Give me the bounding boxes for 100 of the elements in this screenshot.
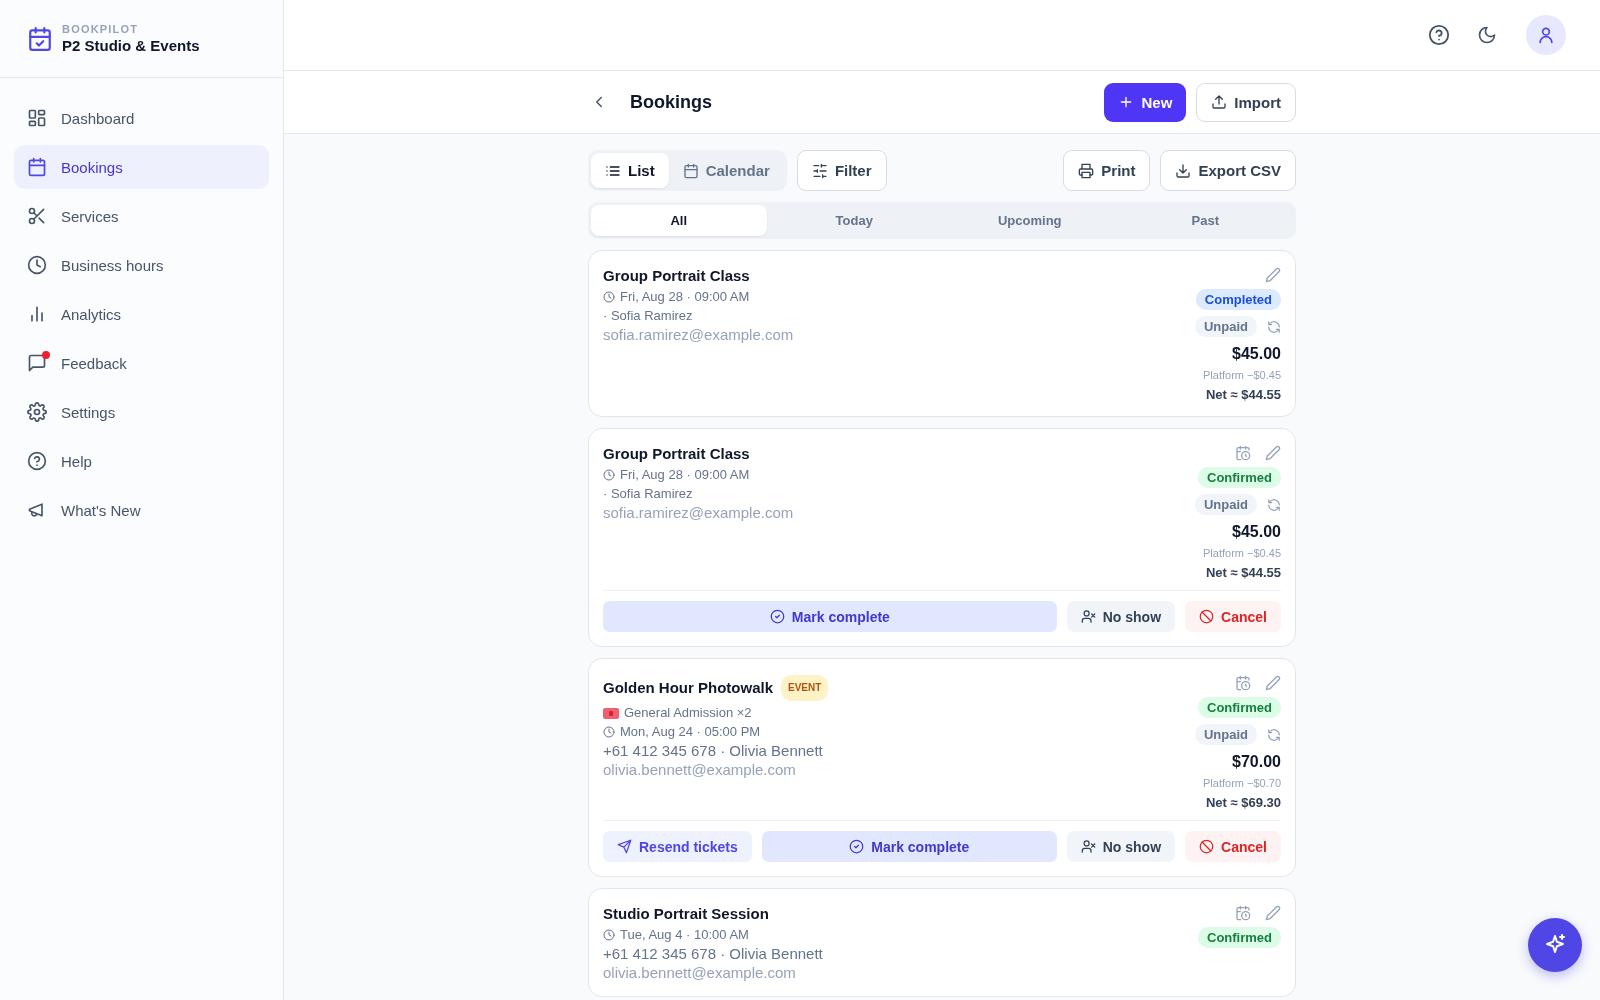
platform-fee: Platform −$0.45 (1203, 369, 1281, 381)
export-button[interactable]: Export CSV (1160, 150, 1296, 191)
sidebar-item[interactable]: Bookings (14, 145, 269, 189)
booking-title: Group Portrait Class (603, 445, 750, 463)
clock-icon (603, 291, 615, 303)
business-name: P2 Studio & Events (62, 37, 200, 54)
status-badge: Confirmed (1198, 697, 1281, 718)
view-tab[interactable]: List (591, 153, 669, 188)
settings-icon (27, 402, 47, 422)
no-show-button[interactable]: No show (1066, 601, 1176, 632)
edit-button[interactable] (1265, 267, 1281, 283)
sidebar-item[interactable]: What's New (14, 488, 269, 532)
calendar-clock-icon (1235, 445, 1251, 461)
pencil-icon (1265, 905, 1281, 921)
reschedule-button[interactable] (1235, 905, 1251, 921)
net-amount: Net ≈ $44.55 (1205, 565, 1281, 580)
status-badge: Confirmed (1198, 467, 1281, 488)
clock-icon (603, 929, 615, 941)
avatar[interactable] (1526, 15, 1566, 55)
booking-datetime: Fri, Aug 28 · 09:00 AM (620, 466, 750, 484)
mark-complete-button[interactable]: Mark complete (603, 601, 1057, 632)
booking-datetime: Tue, Aug 4 · 10:00 AM (620, 926, 749, 944)
reschedule-button[interactable] (1235, 445, 1251, 461)
ticket-type: General Admission ×2 (624, 704, 752, 722)
payment-badge: Unpaid (1194, 494, 1257, 515)
sidebar-item[interactable]: Feedback (14, 341, 269, 385)
filter-tab[interactable]: All (591, 205, 767, 236)
filter-tab[interactable]: Upcoming (942, 205, 1118, 236)
refresh-button[interactable] (1267, 319, 1281, 334)
customer-contact: +61 412 345 678 · Olivia Bennett (603, 945, 823, 963)
platform-fee: Platform −$0.45 (1203, 547, 1281, 559)
check-circle-icon (769, 609, 785, 624)
sidebar-item[interactable]: Settings (14, 390, 269, 434)
clock-icon (603, 726, 615, 738)
pencil-icon (1265, 675, 1281, 691)
event-tag: EVENT (781, 675, 829, 701)
net-amount: Net ≈ $44.55 (1205, 387, 1281, 402)
download-icon (1175, 162, 1192, 179)
calendar-icon (682, 162, 699, 179)
refresh-icon (1267, 497, 1281, 512)
sidebar-item[interactable]: Dashboard (14, 96, 269, 140)
new-button[interactable]: New (1104, 82, 1187, 122)
ai-assistant-button[interactable] (1528, 918, 1582, 972)
clock-icon (27, 255, 47, 275)
user-x-icon (1080, 609, 1096, 624)
net-amount: Net ≈ $69.30 (1205, 795, 1281, 810)
payment-badge: Unpaid (1194, 316, 1257, 337)
booking-title: Studio Portrait Session (603, 905, 769, 923)
mark-complete-button[interactable]: Mark complete (761, 831, 1057, 862)
customer-email: olivia.bennett@example.com (603, 964, 797, 982)
help-icon (1428, 24, 1450, 46)
edit-button[interactable] (1265, 905, 1281, 921)
calendar-clock-icon (1235, 905, 1251, 921)
resend-tickets-button[interactable]: Resend tickets (603, 831, 752, 862)
calendar-check-icon (27, 25, 53, 52)
booking-title: Golden Hour Photowalk (603, 679, 773, 697)
sidebar-item[interactable]: Services (14, 194, 269, 238)
edit-button[interactable] (1265, 445, 1281, 461)
pencil-icon (1265, 267, 1281, 283)
view-tab[interactable]: Calendar (668, 153, 784, 188)
print-button[interactable]: Print (1063, 150, 1151, 191)
import-button[interactable]: Import (1196, 82, 1296, 122)
booking-datetime: Fri, Aug 28 · 09:00 AM (620, 288, 750, 306)
sidebar-item[interactable]: Analytics (14, 292, 269, 336)
sidebar-item[interactable]: Business hours (14, 243, 269, 287)
refresh-icon (1267, 319, 1281, 334)
customer-contact: · Sofia Ramirez (603, 307, 694, 325)
upload-icon (1211, 94, 1228, 110)
booking-amount: $70.00 (1232, 753, 1281, 771)
platform-fee: Platform −$0.70 (1203, 777, 1281, 789)
app-name: BOOKPILOT (62, 23, 140, 35)
booking-title: Group Portrait Class (603, 267, 750, 285)
customer-email: sofia.ramirez@example.com (603, 504, 794, 522)
filter-tab[interactable]: Today (766, 205, 942, 236)
calendar-clock-icon (1235, 675, 1251, 691)
no-show-button[interactable]: No show (1066, 831, 1176, 862)
filter-tab[interactable]: Past (1117, 205, 1293, 236)
calendar-icon (27, 157, 47, 177)
user-x-icon (1080, 839, 1096, 854)
sliders-icon (811, 162, 828, 179)
payment-badge: Unpaid (1194, 724, 1257, 745)
refresh-button[interactable] (1267, 497, 1281, 512)
ban-icon (1199, 609, 1215, 624)
clock-icon (603, 469, 615, 481)
refresh-icon (1267, 727, 1281, 742)
cancel-button[interactable]: Cancel (1185, 601, 1281, 632)
customer-email: olivia.bennett@example.com (603, 761, 797, 779)
edit-button[interactable] (1265, 675, 1281, 691)
booking-datetime: Mon, Aug 24 · 05:00 PM (620, 723, 761, 741)
filter-button[interactable]: Filter (796, 150, 887, 191)
reschedule-button[interactable] (1235, 675, 1251, 691)
pencil-icon (1265, 445, 1281, 461)
cancel-button[interactable]: Cancel (1185, 831, 1281, 862)
sidebar-item[interactable]: Help (14, 439, 269, 483)
scissors-icon (27, 206, 47, 226)
message-icon (27, 353, 47, 373)
user-icon (1536, 25, 1556, 45)
customer-email: sofia.ramirez@example.com (603, 326, 794, 344)
refresh-button[interactable] (1267, 727, 1281, 742)
dashboard-icon (27, 108, 47, 128)
